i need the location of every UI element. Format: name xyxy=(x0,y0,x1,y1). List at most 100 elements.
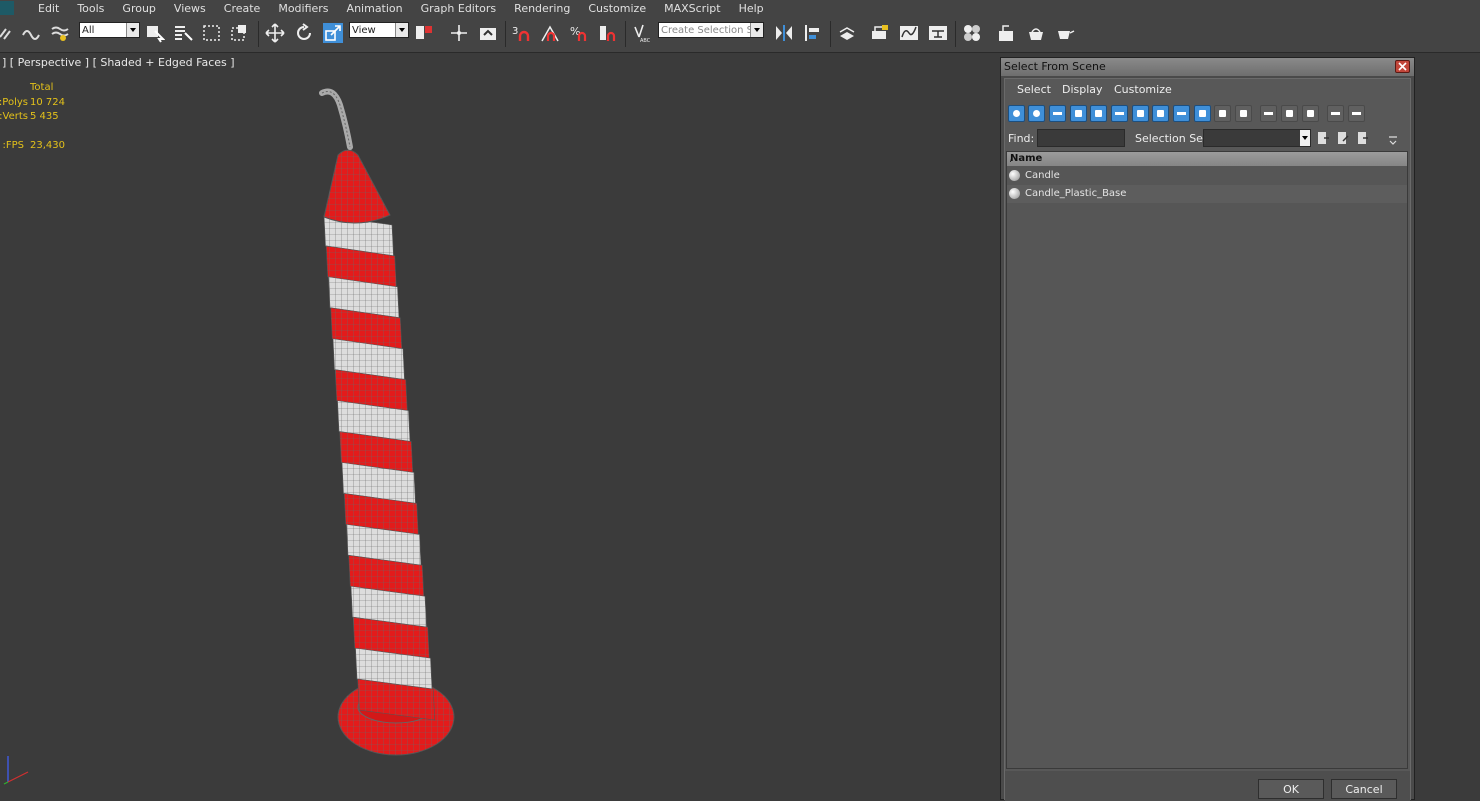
menu-graph-editors[interactable]: Graph Editors xyxy=(412,2,506,15)
helpers-filter-icon[interactable] xyxy=(1090,105,1107,122)
chevron-down-icon xyxy=(395,23,408,37)
list-item-name: Candle_Plastic_Base xyxy=(1025,188,1127,199)
menu-tools[interactable]: Tools xyxy=(68,2,113,15)
render-production-icon[interactable] xyxy=(1055,23,1075,43)
scene-object-list: Name / Candle Candle_Plastic_Base xyxy=(1006,151,1408,769)
cancel-button[interactable]: Cancel xyxy=(1331,779,1397,799)
hidden-filter-icon[interactable] xyxy=(1235,105,1252,122)
selection-set-dropdown[interactable] xyxy=(1203,129,1311,147)
select-by-name-icon[interactable] xyxy=(173,23,193,43)
move-icon[interactable] xyxy=(265,23,285,43)
filter-options-icon[interactable] xyxy=(1348,105,1365,122)
menu-edit[interactable]: Edit xyxy=(22,2,68,15)
svg-text:ABC: ABC xyxy=(640,38,651,43)
menu-maxscript[interactable]: MAXScript xyxy=(655,2,729,15)
toolbar-separator xyxy=(955,21,956,47)
render-setup-icon[interactable] xyxy=(997,23,1017,43)
snaps-toggle-icon[interactable]: 3 xyxy=(511,23,531,43)
find-input[interactable] xyxy=(1037,129,1125,147)
scene-explorer-icon[interactable] xyxy=(870,23,890,43)
toolbar-overflow-icon[interactable] xyxy=(1387,134,1399,148)
display-invert-icon[interactable] xyxy=(1302,105,1319,122)
command-panel-strip xyxy=(1414,57,1480,800)
menu-bar: Edit Tools Group Views Create Modifiers … xyxy=(0,0,1480,16)
object-xrefs-filter-icon[interactable] xyxy=(1152,105,1169,122)
find-label: Find: xyxy=(1008,132,1035,145)
menu-animation[interactable]: Animation xyxy=(338,2,412,15)
mirror-icon[interactable] xyxy=(774,23,794,43)
display-all-icon[interactable] xyxy=(1260,105,1277,122)
select-object-icon[interactable] xyxy=(145,23,166,43)
menu-help[interactable]: Help xyxy=(730,2,773,15)
display-none-icon[interactable] xyxy=(1281,105,1298,122)
list-item[interactable]: Candle_Plastic_Base xyxy=(1007,185,1407,203)
reference-coordinate-value: View xyxy=(352,25,376,36)
dialog-title: Select From Scene xyxy=(1004,60,1106,73)
geometry-filter-icon[interactable] xyxy=(1008,105,1025,122)
curve-editor-icon[interactable] xyxy=(899,23,919,43)
space-warps-filter-icon[interactable] xyxy=(1111,105,1128,122)
candle-body xyxy=(323,214,436,721)
filter-icon[interactable] xyxy=(1327,105,1344,122)
align-icon[interactable] xyxy=(803,23,823,43)
menu-group[interactable]: Group xyxy=(113,2,165,15)
frozen-filter-icon[interactable] xyxy=(1214,105,1231,122)
app-logo-icon[interactable] xyxy=(0,1,14,15)
reference-coordinate-dropdown[interactable]: View xyxy=(349,22,409,38)
find-row: Find: Selection Set: xyxy=(1005,128,1410,150)
stats-verts-value: 5 435 xyxy=(30,111,59,122)
menu-views[interactable]: Views xyxy=(165,2,215,15)
link-icon[interactable] xyxy=(0,23,16,43)
add-to-selection-set-icon[interactable] xyxy=(1337,131,1349,145)
containers-filter-icon[interactable] xyxy=(1194,105,1211,122)
list-item[interactable]: Candle xyxy=(1007,167,1407,185)
name-column-header[interactable]: Name / xyxy=(1007,152,1407,166)
edit-named-selection-icon[interactable]: ABC xyxy=(631,23,651,44)
toolbar-separator xyxy=(830,21,831,47)
named-selection-sets-placeholder: Create Selection Se xyxy=(661,25,760,36)
lights-filter-icon[interactable] xyxy=(1049,105,1066,122)
toolbar-separator xyxy=(625,21,626,47)
keyboard-shortcut-icon[interactable] xyxy=(478,23,498,43)
rectangular-selection-icon[interactable] xyxy=(202,23,222,43)
select-from-scene-dialog: Select From Scene Select Display Customi… xyxy=(1000,57,1415,801)
shapes-filter-icon[interactable] xyxy=(1028,105,1045,122)
groups-filter-icon[interactable] xyxy=(1132,105,1149,122)
layer-manager-icon[interactable] xyxy=(837,23,857,43)
stats-total-header: Total xyxy=(30,82,54,93)
ok-button[interactable]: OK xyxy=(1258,779,1324,799)
menu-create[interactable]: Create xyxy=(215,2,270,15)
selection-filter-dropdown[interactable]: All xyxy=(79,22,140,38)
menu-modifiers[interactable]: Modifiers xyxy=(269,2,337,15)
stats-verts-label: Verts: xyxy=(0,111,28,122)
bind-space-warp-icon[interactable] xyxy=(50,23,70,43)
dialog-menu-customize[interactable]: Customize xyxy=(1114,83,1172,96)
material-editor-icon[interactable] xyxy=(962,23,982,43)
chevron-down-icon xyxy=(750,23,763,37)
dialog-menu-display[interactable]: Display xyxy=(1062,83,1103,96)
viewport-label[interactable]: ] [ Perspective ] [ Shaded + Edged Faces… xyxy=(2,56,235,69)
rotate-icon[interactable] xyxy=(294,23,314,43)
dialog-title-bar[interactable]: Select From Scene xyxy=(1001,58,1414,76)
unlink-icon[interactable] xyxy=(20,23,40,43)
schematic-view-icon[interactable] xyxy=(928,23,948,43)
dialog-menu-select[interactable]: Select xyxy=(1017,83,1051,96)
bone-filter-icon[interactable] xyxy=(1173,105,1190,122)
scale-icon[interactable] xyxy=(323,23,343,43)
menu-customize[interactable]: Customize xyxy=(579,2,655,15)
rendered-frame-window-icon[interactable] xyxy=(1026,23,1046,43)
cameras-filter-icon[interactable] xyxy=(1070,105,1087,122)
close-button[interactable] xyxy=(1395,60,1410,73)
menu-rendering[interactable]: Rendering xyxy=(505,2,579,15)
named-selection-sets-dropdown[interactable]: Create Selection Se xyxy=(658,22,764,38)
candle-mesh[interactable] xyxy=(300,85,470,765)
pivot-center-icon[interactable] xyxy=(414,23,434,43)
angle-snap-icon[interactable] xyxy=(540,23,560,43)
create-selection-set-icon[interactable] xyxy=(1317,131,1329,145)
remove-from-selection-set-icon[interactable] xyxy=(1357,131,1369,145)
select-manipulate-icon[interactable] xyxy=(449,23,469,43)
spinner-snap-icon[interactable] xyxy=(598,23,618,43)
chevron-down-icon xyxy=(1300,130,1310,146)
percent-snap-icon[interactable]: % xyxy=(569,23,589,43)
window-crossing-icon[interactable] xyxy=(230,23,250,43)
